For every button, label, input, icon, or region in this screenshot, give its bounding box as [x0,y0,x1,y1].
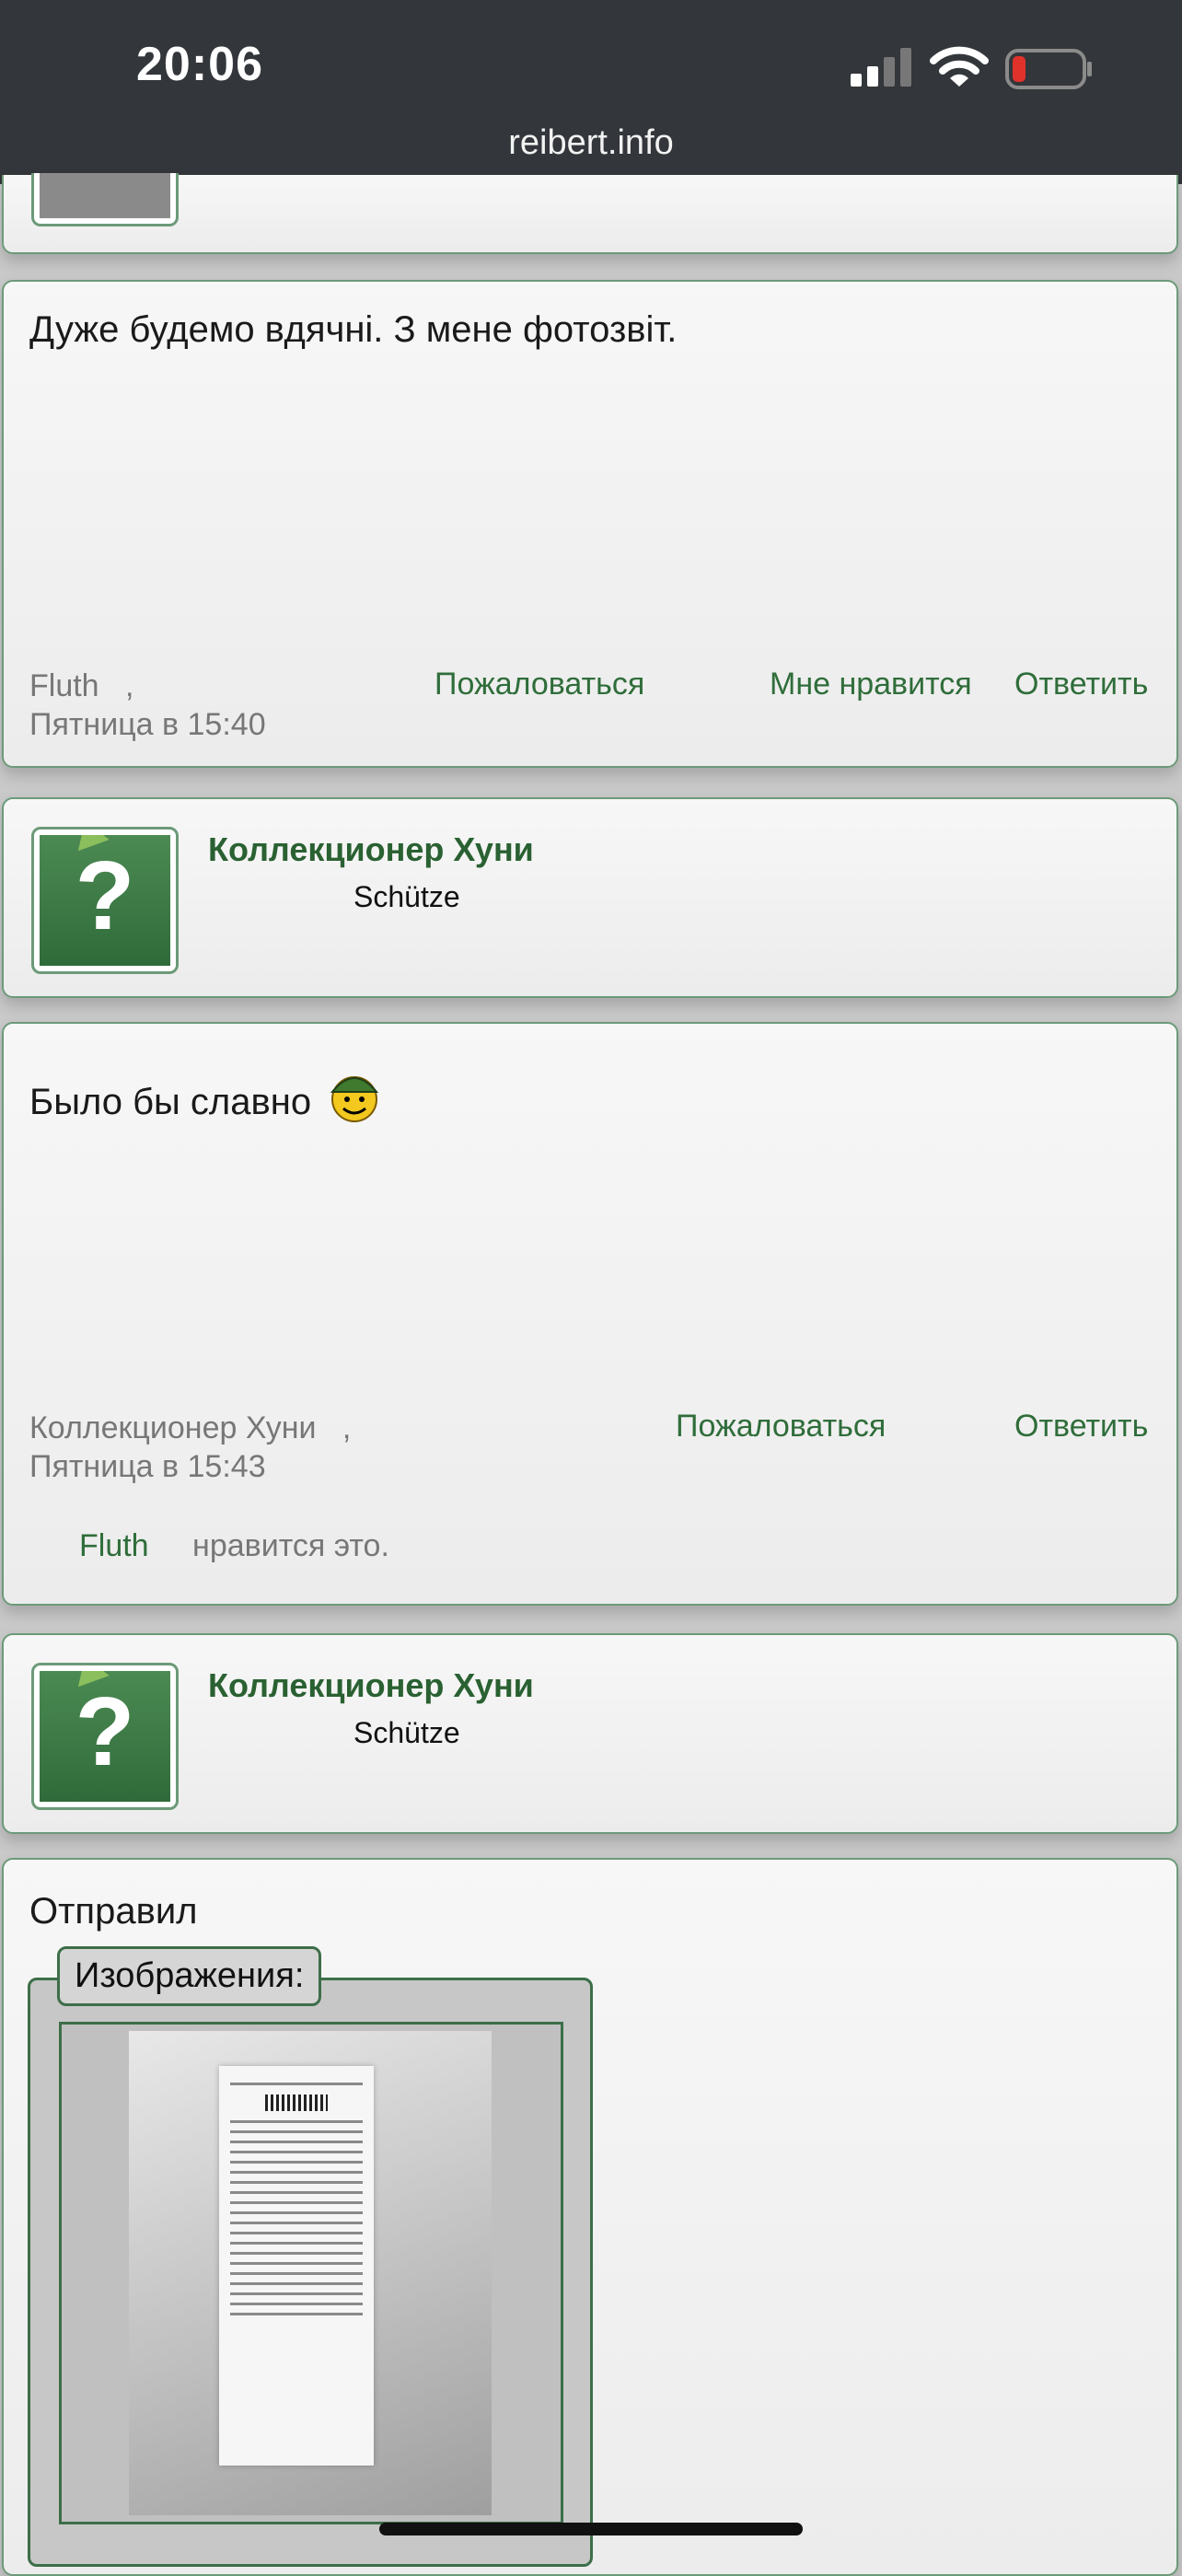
avatar[interactable]: ? [31,1663,179,1810]
cellular-signal-icon [851,48,911,87]
avatar-placeholder-icon: ? [75,1677,135,1786]
post-text: Отправил [29,1891,198,1932]
previous-post-card [2,173,1178,254]
address-bar-url[interactable]: reibert.info [0,123,1182,163]
separator: , [124,668,134,703]
attachments-label: Изображения: [57,1946,322,2006]
username-link[interactable]: Коллекционер Хуни [208,1666,534,1705]
browser-status-bar: 20:06 reibert.info [0,0,1182,184]
report-link[interactable]: Пожаловаться [435,667,644,702]
user-rank: Schütze [353,1716,460,1749]
avatar[interactable]: ? [31,827,179,974]
post-user-card: ? Коллекционер Хуни Schütze [2,797,1178,998]
wifi-icon [930,46,989,87]
likes-text: нравится это. [192,1528,389,1563]
reply-link[interactable]: Ответить [1014,1409,1148,1445]
post-meta: Коллекционер Хуни , Пятница в 15:43 [29,1409,351,1486]
post-text-line: Было бы славно [29,1064,382,1123]
post-message-card: Дуже будемо вдячні. З мене фотозвіт. Flu… [2,280,1178,768]
post-author[interactable]: Fluth [29,668,99,703]
avatar-placeholder-icon: ? [75,841,135,950]
user-rank: Schütze [353,880,460,913]
post-date[interactable]: Пятница в 15:43 [29,1449,266,1484]
post-text: Дуже будемо вдячні. З мене фотозвіт. [29,309,678,350]
separator: , [342,1410,352,1445]
post-author[interactable]: Коллекционер Хуни [29,1410,317,1445]
liker-link[interactable]: Fluth [79,1528,149,1563]
reply-link[interactable]: Ответить [1014,667,1148,702]
post-date[interactable]: Пятница в 15:40 [29,707,266,742]
post-message-card: Было бы славно Коллекционер Хуни , Пятни… [2,1022,1178,1606]
username-link[interactable]: Коллекционер Хуни [208,830,534,869]
clock: 20:06 [136,38,263,91]
likes-summary: Fluth нравится это. [79,1528,389,1564]
post-meta: Fluth , Пятница в 15:40 [29,667,266,744]
post-user-card: ? Коллекционер Хуни Schütze [2,1633,1178,1834]
battery-icon [1005,49,1092,89]
report-link[interactable]: Пожаловаться [676,1409,886,1445]
post-text: Было бы славно [29,1082,312,1122]
soldier-smiley-icon [330,1076,379,1122]
receipt-image [219,2066,374,2466]
like-link[interactable]: Мне нравится [770,667,972,702]
home-indicator[interactable] [379,2523,803,2535]
avatar[interactable] [31,173,179,226]
